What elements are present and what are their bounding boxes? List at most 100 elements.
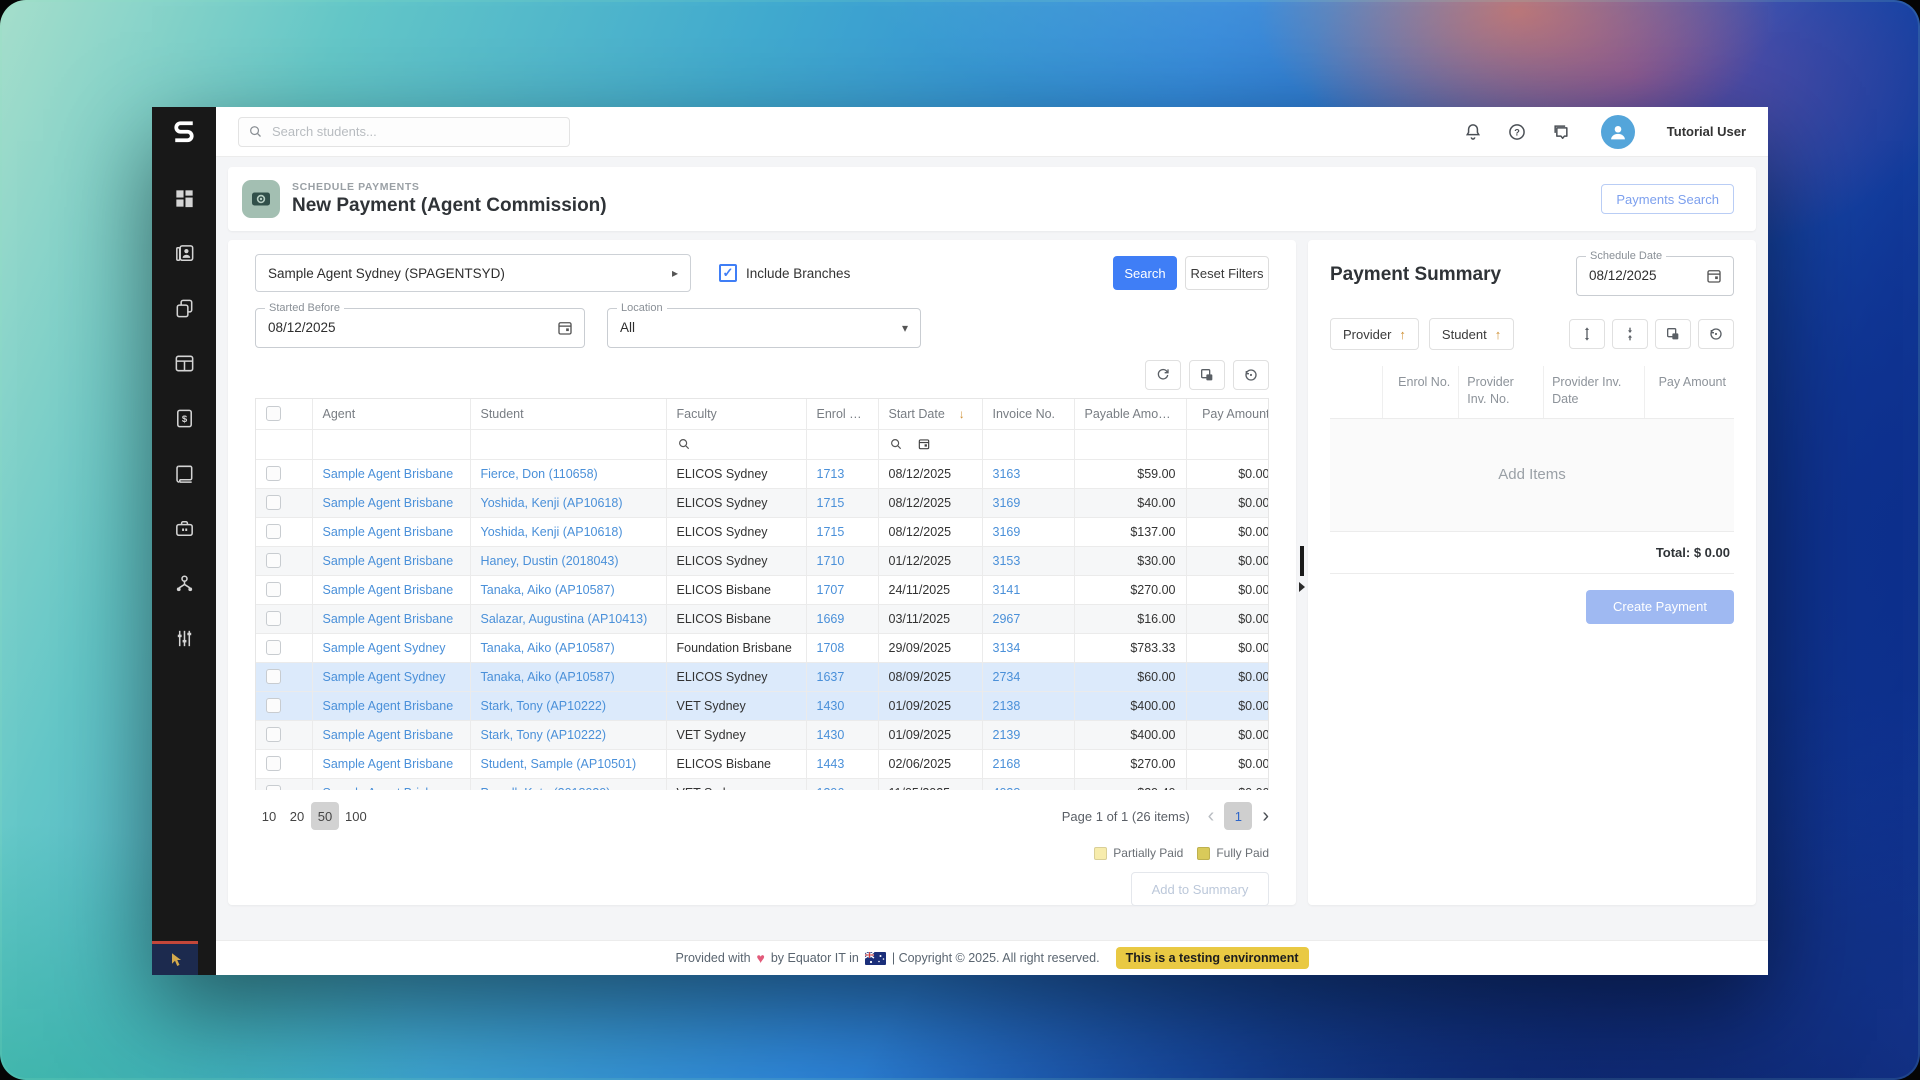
feedback-chat-icon[interactable] <box>1551 122 1571 142</box>
row-checkbox[interactable] <box>266 611 281 626</box>
column-search-icon[interactable] <box>889 437 903 451</box>
row-checkbox[interactable] <box>266 698 281 713</box>
invoice-link[interactable]: 2734 <box>993 670 1021 684</box>
reset-filters-button[interactable]: Reset Filters <box>1185 256 1269 290</box>
collapse-all-button[interactable] <box>1612 319 1648 349</box>
column-header[interactable]: Agent <box>312 399 471 430</box>
sort-student-button[interactable]: Student ↑ <box>1428 318 1515 350</box>
sidebar-item-documents[interactable] <box>166 293 202 323</box>
sidebar-item-services[interactable] <box>166 513 202 543</box>
row-checkbox[interactable] <box>266 524 281 539</box>
sidebar-item-dashboard[interactable] <box>166 183 202 213</box>
grid-row[interactable]: Sample Agent Brisbane Stark, Tony (AP1022… <box>256 720 1268 750</box>
location-value[interactable]: All <box>608 309 920 347</box>
grid-row[interactable]: Sample Agent Brisbane Yoshida, Kenji (AP1… <box>256 488 1268 518</box>
page-size-10[interactable]: 10 <box>255 802 283 830</box>
enrol-link[interactable]: 1430 <box>817 728 845 742</box>
grid-row[interactable]: Sample Agent Brisbane Fierce, Don (110658… <box>256 459 1268 489</box>
panel-splitter[interactable] <box>1296 240 1308 905</box>
row-checkbox[interactable] <box>266 727 281 742</box>
grid-row[interactable]: Sample Agent Brisbane Stark, Tony (AP1022… <box>256 691 1268 721</box>
enrol-link[interactable]: 1715 <box>817 525 845 539</box>
sidebar-item-layout[interactable] <box>166 348 202 378</box>
agent-link[interactable]: Sample Agent Brisbane <box>323 583 454 597</box>
payments-search-button[interactable]: Payments Search <box>1601 184 1734 214</box>
student-link[interactable]: Tanaka, Aiko (AP10587) <box>481 583 615 597</box>
enrol-link[interactable]: 1637 <box>817 670 845 684</box>
copy-summary-button[interactable] <box>1655 319 1691 349</box>
enrol-link[interactable]: 1443 <box>817 757 845 771</box>
row-checkbox[interactable] <box>266 785 281 790</box>
student-link[interactable]: Powell, Kate (2018039) <box>481 786 611 791</box>
column-header[interactable]: Enrol No. <box>806 399 879 430</box>
schedule-date-field[interactable]: Schedule Date 08/12/2025 <box>1576 250 1734 296</box>
invoice-link[interactable]: 2139 <box>993 728 1021 742</box>
invoice-link[interactable]: 3169 <box>993 496 1021 510</box>
column-header[interactable]: Faculty <box>666 399 807 430</box>
expand-all-button[interactable] <box>1569 319 1605 349</box>
student-link[interactable]: Fierce, Don (110658) <box>481 467 598 481</box>
invoice-link[interactable]: 3169 <box>993 525 1021 539</box>
summary-history-button[interactable] <box>1698 319 1734 349</box>
grid-row[interactable]: Sample Agent Brisbane Salazar, Augustina … <box>256 604 1268 634</box>
student-link[interactable]: Salazar, Augustina (AP10413) <box>481 612 648 626</box>
current-page-button[interactable]: 1 <box>1224 802 1253 830</box>
row-checkbox[interactable] <box>266 466 281 481</box>
search-button[interactable]: Search <box>1113 256 1177 290</box>
sidebar-item-finance[interactable]: $ <box>166 403 202 433</box>
enrol-link[interactable]: 1708 <box>817 641 845 655</box>
invoice-link[interactable]: 3163 <box>993 467 1021 481</box>
enrol-link[interactable]: 1669 <box>817 612 845 626</box>
student-link[interactable]: Stark, Tony (AP10222) <box>481 728 607 742</box>
student-link[interactable]: Student, Sample (AP10501) <box>481 757 637 771</box>
user-name[interactable]: Tutorial User <box>1667 124 1746 139</box>
agent-link[interactable]: Sample Agent Sydney <box>323 670 446 684</box>
agent-link[interactable]: Sample Agent Brisbane <box>323 525 454 539</box>
row-checkbox[interactable] <box>266 756 281 771</box>
invoice-link[interactable]: 3153 <box>993 554 1021 568</box>
page-size-50[interactable]: 50 <box>311 802 339 830</box>
next-page-icon[interactable]: › <box>1262 806 1269 826</box>
calendar-icon[interactable] <box>556 319 574 337</box>
agent-link[interactable]: Sample Agent Brisbane <box>323 728 454 742</box>
column-search-icon[interactable] <box>677 437 691 451</box>
started-before-field[interactable]: Started Before 08/12/2025 <box>255 302 585 348</box>
grid-row[interactable]: Sample Agent Brisbane Student, Sample (AP… <box>256 749 1268 779</box>
invoice-link[interactable]: 2967 <box>993 612 1021 626</box>
agent-link[interactable]: Sample Agent Brisbane <box>323 786 454 791</box>
agent-link[interactable]: Sample Agent Brisbane <box>323 699 454 713</box>
enrol-link[interactable]: 1715 <box>817 496 845 510</box>
student-link[interactable]: Tanaka, Aiko (AP10587) <box>481 641 615 655</box>
grid-row[interactable]: Sample Agent Brisbane Haney, Dustin (2018… <box>256 546 1268 576</box>
calendar-icon[interactable] <box>1705 267 1723 285</box>
notifications-bell-icon[interactable] <box>1463 122 1483 142</box>
prev-page-icon[interactable]: ‹ <box>1208 806 1215 826</box>
select-all-checkbox[interactable] <box>266 406 281 422</box>
grid-row[interactable]: Sample Agent Brisbane Powell, Kate (20180… <box>256 778 1268 791</box>
grid-row[interactable]: Sample Agent Brisbane Yoshida, Kenji (AP1… <box>256 517 1268 547</box>
invoice-link[interactable]: 4038 <box>993 786 1021 791</box>
agent-select[interactable]: Sample Agent Sydney (SPAGENTSYD) ▸ <box>255 254 691 292</box>
sidebar-item-students[interactable] <box>166 238 202 268</box>
invoice-link[interactable]: 2138 <box>993 699 1021 713</box>
create-payment-button[interactable]: Create Payment <box>1586 589 1734 624</box>
agent-link[interactable]: Sample Agent Brisbane <box>323 612 454 626</box>
student-link[interactable]: Yoshida, Kenji (AP10618) <box>481 496 623 510</box>
enrol-link[interactable]: 1710 <box>817 554 845 568</box>
column-header[interactable]: Payable Amount <box>1074 399 1187 430</box>
agent-link[interactable]: Sample Agent Brisbane <box>323 757 454 771</box>
app-logo[interactable] <box>152 107 216 157</box>
add-to-summary-button[interactable]: Add to Summary <box>1131 872 1269 906</box>
history-button[interactable] <box>1233 360 1269 390</box>
row-checkbox[interactable] <box>266 669 281 684</box>
row-checkbox[interactable] <box>266 495 281 510</box>
search-input[interactable] <box>238 116 570 147</box>
page-size-20[interactable]: 20 <box>283 802 311 830</box>
student-link[interactable]: Tanaka, Aiko (AP10587) <box>481 670 615 684</box>
agent-link[interactable]: Sample Agent Brisbane <box>323 496 454 510</box>
calendar-icon[interactable] <box>917 437 931 451</box>
invoice-link[interactable]: 2168 <box>993 757 1021 771</box>
include-branches-checkbox[interactable]: ✓ Include Branches <box>719 264 850 282</box>
agent-link[interactable]: Sample Agent Brisbane <box>323 467 454 481</box>
invoice-link[interactable]: 3134 <box>993 641 1021 655</box>
